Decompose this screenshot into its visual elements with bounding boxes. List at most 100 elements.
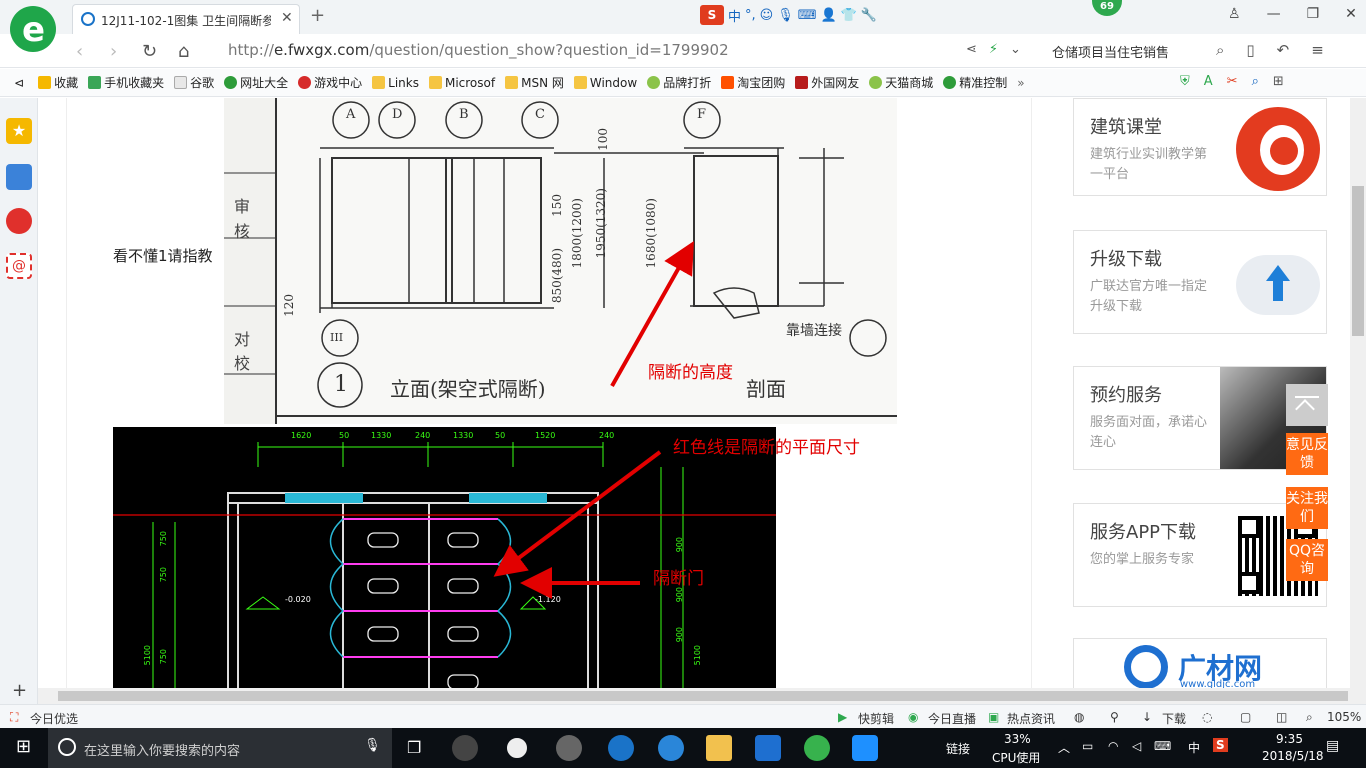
feedback-button[interactable]: 意见反馈 [1286,433,1328,475]
phone-icon[interactable]: ▯ [1246,41,1254,59]
edge-app-icon[interactable] [608,735,634,761]
card-building-class[interactable]: 建筑课堂 建筑行业实训教学第一平台 [1073,98,1327,196]
favorites-star-icon[interactable]: ★ [6,118,32,144]
punct-icon[interactable]: °, [745,8,756,23]
ime-lang[interactable]: 中 [728,6,741,25]
speed-icon[interactable]: ◍ [1074,710,1084,724]
add-sidebar-icon[interactable]: + [12,680,27,701]
plus-app-icon[interactable] [852,735,878,761]
pinwheel-app-icon[interactable] [452,735,478,761]
taskbar-search[interactable]: 在这里输入你要搜索的内容 🎙 [48,728,392,768]
clock-date[interactable]: 2018/5/18 [1262,749,1324,763]
chevron-down-icon[interactable]: ⌄ [1010,42,1021,57]
bookmark-item[interactable]: 谷歌 [174,74,214,91]
zoom-icon[interactable]: ⌕ [1306,710,1313,725]
lightning-icon[interactable]: ⚡ [989,42,998,57]
follow-us-button[interactable]: 关注我们 [1286,487,1328,529]
url-field[interactable]: http://e.fwxgx.com/question/question_sho… [228,41,729,59]
status-item[interactable]: 今日直播 [928,710,976,727]
quick-clip-icon[interactable]: ▶ [838,710,847,724]
bookmark-item[interactable]: Links [372,76,419,90]
scissors-icon[interactable]: ✂ [1227,74,1238,89]
grid-icon[interactable]: ⊞ [1273,74,1284,89]
shield-icon[interactable]: ⛨ [1180,74,1190,89]
card-upgrade-download[interactable]: 升级下载 广联达官方唯一指定升级下载 [1073,230,1327,334]
keyboard-icon[interactable]: ⌨ [1154,739,1171,753]
browser-app-icon[interactable] [804,735,830,761]
new-tab-icon[interactable]: + [310,5,325,26]
bookmark-item[interactable]: MSN 网 [505,74,564,91]
back-to-top-button[interactable] [1286,384,1328,426]
clean-icon[interactable]: ◌ [1202,710,1212,724]
spiral-app-icon[interactable] [556,735,582,761]
close-window-icon[interactable]: ✕ [1345,6,1357,22]
undo-icon[interactable]: ↶ [1277,41,1290,59]
mic-icon[interactable]: 🎙 [777,8,794,23]
status-item[interactable]: 快剪辑 [858,710,894,727]
bookmark-item[interactable]: 品牌打折 [647,74,711,91]
back-icon[interactable]: ‹ [76,41,83,62]
minimize-icon[interactable]: — [1267,6,1281,22]
pin-icon[interactable]: ⚲ [1110,710,1119,724]
search-ext-icon[interactable]: ⌕ [1252,74,1259,89]
qq-consult-button[interactable]: QQ咨询 [1286,539,1328,581]
status-item[interactable]: 下载 [1162,710,1186,727]
ie-app-icon[interactable] [504,735,530,761]
browser-logo-icon[interactable]: e [10,6,56,52]
more-bookmarks-icon[interactable]: » [1017,76,1024,90]
ie-blue-app-icon[interactable] [658,735,684,761]
ime-indicator[interactable]: 中 [1188,739,1200,756]
mic-icon[interactable]: 🎙 [364,738,381,753]
tray-link-label[interactable]: 链接 [946,740,970,757]
bookmark-item[interactable]: 精准控制 [943,74,1007,91]
window-icon[interactable]: ▢ [1240,710,1251,724]
search-input[interactable]: 仓储项目当住宅销售 [1052,42,1169,61]
download-icon[interactable]: ↓ [1142,710,1152,724]
bookmark-item[interactable]: Window [573,76,637,90]
keyboard-icon[interactable]: ⌨ [798,8,817,23]
bookmark-item[interactable]: 手机收藏夹 [88,74,164,91]
status-item[interactable]: 热点资讯 [1007,710,1055,727]
sogou-tray-icon[interactable]: S [1213,738,1228,752]
mail-icon[interactable]: @ [6,253,32,279]
glodon-app-icon[interactable] [755,735,781,761]
battery-icon[interactable]: ▭ [1082,739,1093,753]
vertical-scroll-thumb[interactable] [1352,186,1364,336]
floor-plan-drawing[interactable]: 1620 50 1330 240 1330 50 1520 240 750 75… [113,427,776,688]
bookmark-item[interactable]: 网址大全 [224,74,288,91]
file-explorer-icon[interactable] [706,735,732,761]
reading-list-icon[interactable] [6,164,32,190]
shirt-skin-icon[interactable]: ♙ [1228,6,1241,22]
bookmark-item[interactable]: 收藏 [38,74,78,91]
wifi-icon[interactable]: ◠ [1108,739,1118,753]
shirt-icon[interactable]: 👕 [841,8,857,23]
card-gldjc[interactable]: 广材网 www.gldjc.com [1073,638,1327,690]
user-icon[interactable]: 👤 [821,8,837,23]
emoji-icon[interactable]: ☺ [760,8,774,23]
forward-icon[interactable]: › [110,41,117,62]
windows-start-icon[interactable]: ⊞ [16,736,31,757]
status-left-label[interactable]: 今日优选 [30,710,78,727]
menu-icon[interactable]: ≡ [1311,41,1324,59]
split-icon[interactable]: ◫ [1276,710,1287,724]
tray-chevron-icon[interactable]: ︿ [1058,739,1070,756]
clock-time[interactable]: 9:35 [1276,732,1303,746]
weibo-icon[interactable] [6,208,32,234]
recommend-icon[interactable]: ⛶ [10,710,18,725]
sogou-icon[interactable]: S [700,5,724,25]
refresh-icon[interactable]: ↻ [142,41,157,62]
translate-icon[interactable]: A [1204,74,1213,89]
wrench-icon[interactable]: 🔧 [861,8,877,23]
bookmark-item[interactable]: 游戏中心 [298,74,362,91]
tab-close-icon[interactable]: ✕ [281,10,293,26]
live-icon[interactable]: ◉ [908,710,918,724]
zoom-level[interactable]: 105% [1327,710,1361,724]
bookmark-item[interactable]: 外国网友 [795,74,859,91]
news-icon[interactable]: ▣ [988,710,999,724]
bookmark-item[interactable]: 淘宝团购 [721,74,785,91]
search-icon[interactable]: ⌕ [1216,41,1224,59]
volume-icon[interactable]: ◁ [1132,739,1141,753]
horizontal-scroll-thumb[interactable] [58,691,1348,701]
bookmark-item[interactable]: 天猫商城 [869,74,933,91]
restore-icon[interactable]: ❐ [1307,6,1320,22]
